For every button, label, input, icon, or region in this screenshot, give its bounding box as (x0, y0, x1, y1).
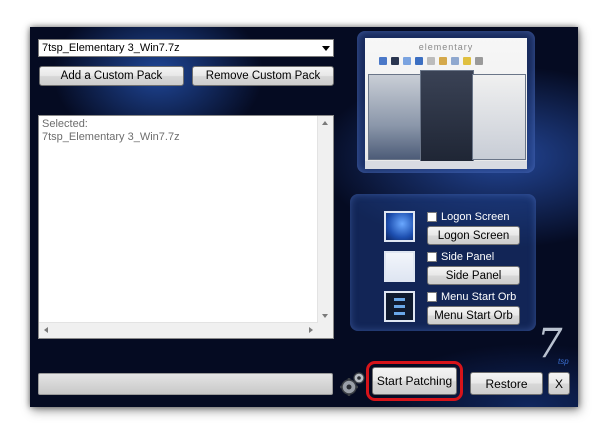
start-patching-highlight (366, 361, 463, 401)
preview-icons-row (379, 57, 483, 65)
vertical-scrollbar[interactable] (317, 116, 333, 323)
preview-title: elementary (418, 42, 474, 52)
scrollbar-corner (318, 323, 333, 338)
preview-window-right (472, 74, 526, 160)
pack-info-list[interactable]: Selected: 7tsp_Elementary 3_Win7.7z (38, 115, 334, 339)
info-line-pack: 7tsp_Elementary 3_Win7.7z (42, 131, 180, 143)
scroll-up-icon[interactable] (322, 121, 328, 125)
gears-icon (340, 372, 365, 396)
menu-start-orb-checkbox[interactable] (427, 292, 437, 302)
side-panel-button[interactable]: Side Panel (427, 266, 520, 285)
start-orb-thumbnail (384, 291, 415, 322)
chevron-down-icon[interactable] (322, 46, 330, 51)
restore-button[interactable]: Restore (470, 372, 543, 395)
theme-preview-image: elementary (365, 38, 527, 169)
start-orb-icon (394, 298, 405, 315)
patcher-window: 7tsp_Elementary 3_Win7.7z Add a Custom P… (30, 27, 578, 407)
menu-start-orb-button[interactable]: Menu Start Orb (427, 306, 520, 325)
horizontal-scrollbar[interactable] (39, 322, 318, 338)
pack-selector-value: 7tsp_Elementary 3_Win7.7z (42, 42, 180, 54)
pack-selector-dropdown[interactable]: 7tsp_Elementary 3_Win7.7z (38, 39, 334, 57)
close-button[interactable]: X (548, 372, 570, 395)
side-panel-checkbox-label: Side Panel (441, 251, 495, 263)
logon-screen-button[interactable]: Logon Screen (427, 226, 520, 245)
patch-progress-bar (38, 373, 333, 395)
pack-info-text: Selected: 7tsp_Elementary 3_Win7.7z (42, 118, 180, 144)
preview-window-center (420, 70, 474, 162)
logon-screen-checkbox-label: Logon Screen (441, 211, 510, 223)
info-line-selected: Selected: (42, 118, 88, 130)
side-panel-checkbox[interactable] (427, 252, 437, 262)
add-custom-pack-button[interactable]: Add a Custom Pack (39, 66, 184, 86)
preview-window-left (368, 74, 424, 160)
scroll-left-icon[interactable] (44, 327, 48, 333)
logon-screen-checkbox[interactable] (427, 212, 437, 222)
app-logo-sub: tsp (558, 357, 569, 366)
logon-screen-thumbnail (384, 211, 415, 242)
scroll-down-icon[interactable] (322, 314, 328, 318)
preview-taskbar (365, 161, 527, 169)
side-panel-thumbnail (384, 251, 415, 282)
scroll-right-icon[interactable] (309, 327, 313, 333)
menu-start-orb-checkbox-label: Menu Start Orb (441, 291, 517, 303)
remove-custom-pack-button[interactable]: Remove Custom Pack (192, 66, 334, 86)
